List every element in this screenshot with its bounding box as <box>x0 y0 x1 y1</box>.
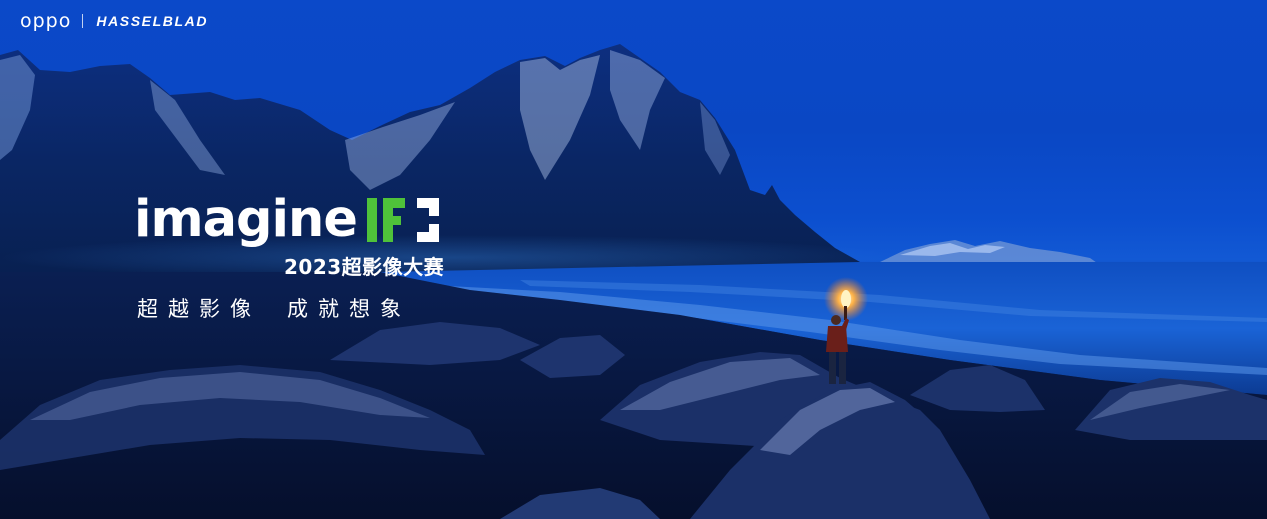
campaign-title: imagine 2023超影像大赛 <box>134 188 474 280</box>
brand-divider <box>82 14 84 28</box>
oppo-logo: oppo <box>20 10 72 32</box>
headline-row: imagine <box>134 188 474 246</box>
slogan-part-1: 超越影像 <box>137 297 261 321</box>
if-bracket-logo-icon <box>366 198 439 242</box>
slogan-part-2: 成就想象 <box>287 297 411 321</box>
brand-bar: oppo HASSELBLAD <box>20 10 208 32</box>
slogan: 超越影像 成就想象 <box>137 293 411 323</box>
banner: oppo HASSELBLAD imagine 2023超影像大赛 超越影像 成… <box>0 0 1267 519</box>
contest-title: 2023超影像大赛 <box>284 255 445 279</box>
landscape-scene <box>0 44 1267 519</box>
hasselblad-logo: HASSELBLAD <box>96 13 209 29</box>
headline-word: imagine <box>134 190 358 249</box>
